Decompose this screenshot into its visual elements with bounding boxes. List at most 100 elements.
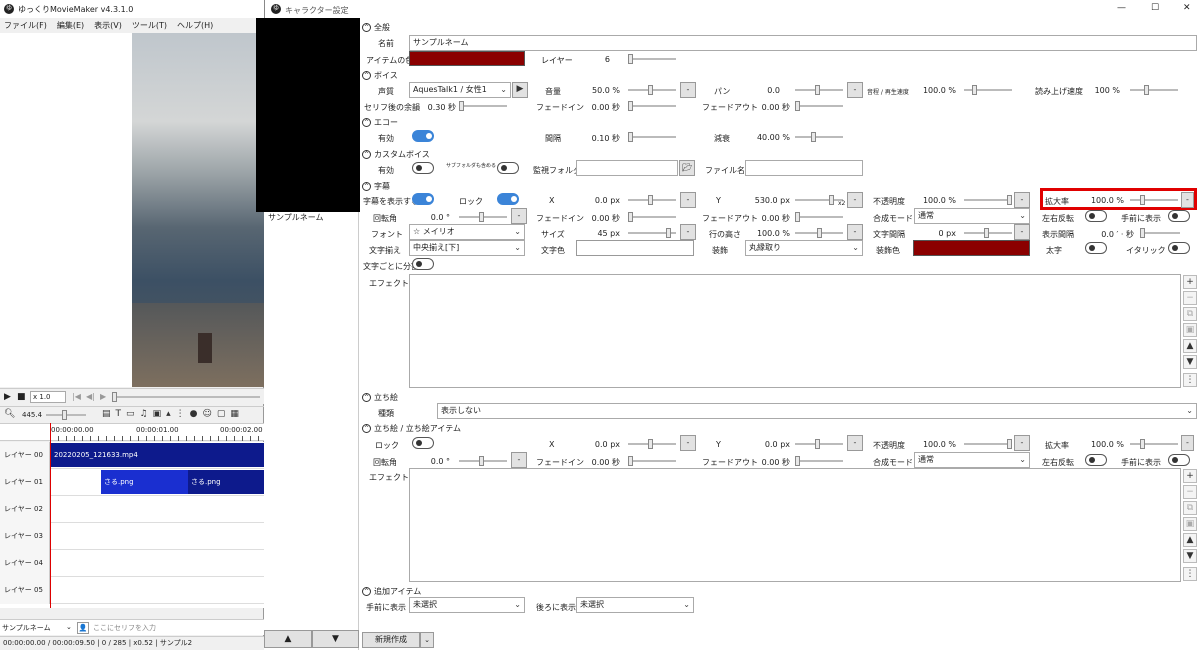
ti-flip-toggle[interactable] [1085, 454, 1107, 466]
sub-fadeout-slider[interactable] [795, 212, 843, 222]
line-height-slider[interactable] [795, 228, 843, 238]
echo-interval-slider[interactable] [628, 132, 676, 142]
video-icon[interactable]: ▭ [126, 409, 135, 419]
zoom-slider[interactable] [1130, 195, 1178, 205]
image-icon[interactable]: ▣ [153, 409, 162, 419]
voice-fadeout-slider[interactable] [795, 101, 843, 111]
y-reset-button[interactable]: - [847, 192, 863, 208]
minimize-button[interactable]: — [1117, 3, 1126, 13]
after-slider[interactable] [459, 101, 507, 111]
timeline-ruler[interactable]: 00:00:00.00 00:00:01.00 00:00:02.00 [0, 423, 264, 441]
stop-button[interactable]: ■ [17, 392, 26, 402]
section-tachie-item[interactable]: ^ 立ち絵 / 立ち絵アイテム [362, 422, 461, 434]
extra-front-select[interactable]: 未選択 ⌄ [409, 597, 525, 613]
opacity-slider[interactable] [964, 195, 1012, 205]
ti-rotate-reset-button[interactable]: - [511, 452, 527, 468]
character-select[interactable]: サンプルネーム [2, 622, 72, 634]
subfolder-toggle[interactable] [497, 162, 519, 174]
timeline-clip[interactable]: 20220205_121633.mp4 [51, 443, 264, 467]
voice-play-button[interactable]: ▶ [512, 82, 528, 98]
pan-reset-button[interactable]: - [847, 82, 863, 98]
y-slider[interactable] [795, 195, 843, 205]
copy-effect-button[interactable]: ⧉ [1183, 307, 1197, 321]
music-icon[interactable]: ♫ [140, 409, 148, 419]
timeline-clip[interactable]: さる.png [188, 470, 264, 494]
opacity-reset-button[interactable]: - [1014, 192, 1030, 208]
new-character-button[interactable]: 新規作成 [362, 632, 420, 648]
section-echo[interactable]: ^ エコー [362, 116, 398, 128]
ti-move-effect-up-button[interactable]: ▲ [1183, 533, 1197, 547]
zoom-reset-button[interactable]: - [1181, 192, 1194, 208]
font-select[interactable]: ☆ メイリオ ⌄ [409, 224, 525, 240]
ti-move-effect-down-button[interactable]: ▼ [1183, 549, 1197, 563]
italic-toggle[interactable] [1168, 242, 1190, 254]
ti-fadein-slider[interactable] [628, 456, 676, 466]
split-toggle[interactable] [412, 258, 434, 270]
menu-view[interactable]: 表示(V) [94, 21, 122, 30]
spacing-slider[interactable] [964, 228, 1012, 238]
character-list-item[interactable]: サンプルネーム [268, 212, 324, 223]
speed-select[interactable]: x 1.0 [30, 391, 66, 403]
pitch-slider[interactable] [964, 85, 1012, 95]
section-voice[interactable]: ^ ボイス [362, 69, 398, 81]
watch-folder-input[interactable] [576, 160, 678, 176]
menu-edit[interactable]: 編集(E) [57, 21, 84, 30]
ti-opacity-reset-button[interactable]: - [1014, 435, 1030, 451]
rotate-reset-button[interactable]: - [511, 208, 527, 224]
ti-y-reset-button[interactable]: - [847, 435, 863, 451]
layer-slider[interactable] [628, 54, 676, 64]
ti-front-toggle[interactable] [1168, 454, 1190, 466]
menu-tool[interactable]: ツール(T) [132, 21, 167, 30]
character-select-arrow[interactable]: ⌄ [66, 623, 72, 631]
extra-back-select[interactable]: 未選択 ⌄ [576, 597, 694, 613]
face-icon[interactable]: ☺ [203, 409, 212, 419]
size-slider[interactable] [628, 228, 676, 238]
voice-fadein-slider[interactable] [628, 101, 676, 111]
front-toggle[interactable] [1168, 210, 1190, 222]
preview-area[interactable] [0, 33, 264, 387]
add-effect-button[interactable]: + [1183, 275, 1197, 289]
skip-start-icon[interactable]: |◀ [72, 392, 81, 401]
x-slider[interactable] [628, 195, 676, 205]
play-button[interactable]: ▶ [4, 392, 11, 402]
effect-more-button[interactable]: ⋮ [1183, 373, 1197, 387]
layer-row-05[interactable]: レイヤー 05 [0, 577, 264, 604]
close-button[interactable]: ✕ [1183, 3, 1191, 13]
ti-x-slider[interactable] [628, 439, 676, 449]
ti-add-effect-button[interactable]: + [1183, 469, 1197, 483]
speed-slider[interactable] [1130, 85, 1178, 95]
ti-effect-more-button[interactable]: ⋮ [1183, 567, 1197, 581]
ti-zoom-reset-button[interactable]: - [1181, 435, 1194, 451]
section-tachie[interactable]: ^ 立ち絵 [362, 391, 398, 403]
lock-toggle[interactable] [497, 193, 519, 205]
layer-row-00[interactable]: レイヤー 00 20220205_121633.mp4 [0, 442, 264, 469]
ti-effect-list[interactable] [409, 468, 1181, 582]
ti-y-slider[interactable] [795, 439, 843, 449]
person-icon[interactable]: ● [190, 409, 198, 419]
ti-blend-select[interactable]: 通常 ⌄ [914, 452, 1030, 468]
ti-x-reset-button[interactable]: - [680, 435, 696, 451]
move-up-button[interactable]: ▲ [264, 630, 312, 648]
layer-row-03[interactable]: レイヤー 03 [0, 523, 264, 550]
layer-row-01[interactable]: レイヤー 01 さる.png さる.png [0, 469, 264, 496]
zoom-slider[interactable] [46, 410, 86, 420]
bold-toggle[interactable] [1085, 242, 1107, 254]
section-custom-voice[interactable]: ^ カスタムボイス [362, 148, 430, 160]
line-height-reset-button[interactable]: - [847, 224, 863, 240]
ti-fadeout-slider[interactable] [795, 456, 843, 466]
menu-file[interactable]: ファイル(F) [4, 21, 47, 30]
serif-input[interactable]: ここにセリフを入力 [93, 622, 156, 634]
align-select[interactable]: 中央揃え[下] ⌄ [409, 240, 525, 256]
spacing-reset-button[interactable]: - [1014, 224, 1030, 240]
layer-row-04[interactable]: レイヤー 04 [0, 550, 264, 577]
file-icon[interactable]: ▢ [217, 409, 226, 419]
flip-toggle[interactable] [1085, 210, 1107, 222]
playhead[interactable] [50, 423, 51, 608]
ti-copy-effect-button[interactable]: ⧉ [1183, 501, 1197, 515]
character-settings-icon[interactable]: 👤 [77, 622, 89, 634]
decoration-select[interactable]: 丸縁取り ⌄ [745, 240, 863, 256]
grid-icon[interactable]: ▦ [230, 409, 239, 419]
serif-icon[interactable]: ▤ [102, 409, 111, 419]
voice-select[interactable]: AquesTalk1 / 女性1 ⌄ [409, 82, 511, 98]
remove-effect-button[interactable]: − [1183, 291, 1197, 305]
